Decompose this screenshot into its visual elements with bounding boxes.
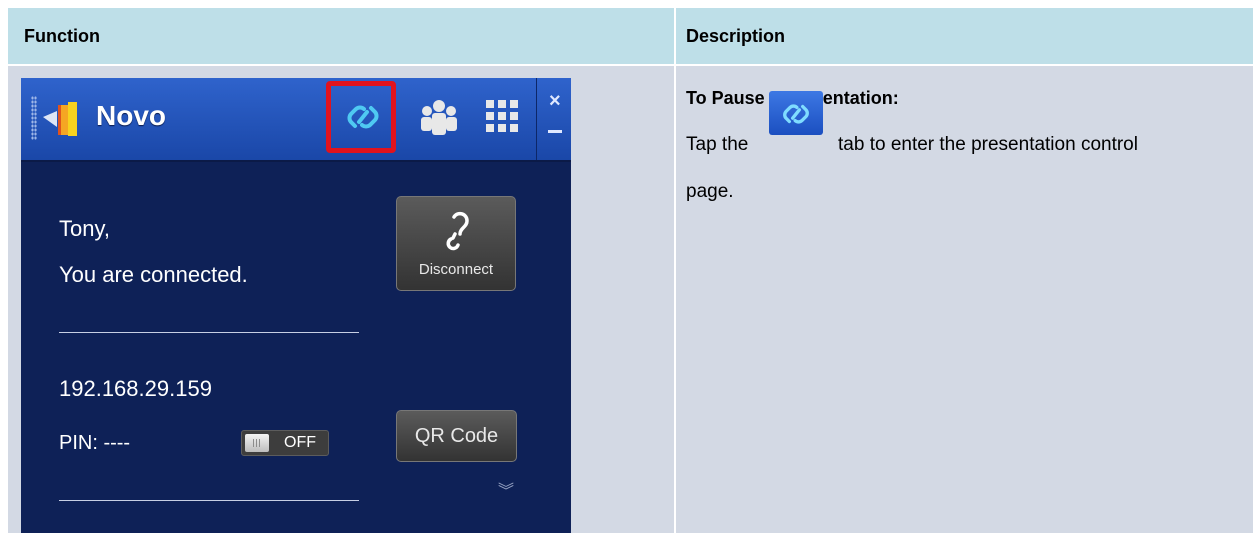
chevron-down-icon[interactable]: ︾ xyxy=(498,484,514,500)
table-row: Novo × Tony, You are connected. Disconne… xyxy=(8,66,1253,533)
drag-handle-icon[interactable] xyxy=(31,96,37,140)
table-header-row: Function Description xyxy=(8,8,1253,66)
toggle-knob xyxy=(245,434,269,452)
description-text-end: tab to enter the presentation control xyxy=(838,134,1138,155)
description-text-start: Tap the xyxy=(686,134,749,155)
novo-titlebar: Novo × xyxy=(21,78,571,162)
tab-presentation-control[interactable] xyxy=(326,81,396,153)
app-title: Novo xyxy=(96,100,166,131)
qr-code-button[interactable]: QR Code xyxy=(396,410,517,462)
novo-app-panel: Novo × Tony, You are connected. Disconne… xyxy=(21,78,571,533)
broken-link-icon xyxy=(446,211,469,251)
link-tab-icon xyxy=(769,91,823,135)
toggle-state: OFF xyxy=(284,434,316,451)
grid-icon[interactable] xyxy=(486,100,518,132)
minimize-icon[interactable] xyxy=(548,130,562,133)
people-icon[interactable] xyxy=(419,98,459,138)
link-icon xyxy=(783,104,809,124)
description-text-line2: page. xyxy=(686,181,734,202)
window-controls: × xyxy=(536,78,571,160)
function-description-table: Function Description Novo × Tony, You ar… xyxy=(8,8,1253,533)
disconnect-button[interactable]: Disconnect xyxy=(396,196,516,291)
close-icon[interactable]: × xyxy=(549,90,561,113)
divider xyxy=(59,500,359,501)
header-description: Description xyxy=(686,26,786,46)
pin-toggle[interactable]: OFF xyxy=(241,430,329,456)
greeting-text: Tony, xyxy=(59,216,110,241)
divider xyxy=(59,332,359,333)
pin-label: PIN: ---- xyxy=(59,432,131,454)
disconnect-label: Disconnect xyxy=(418,261,494,278)
novo-logo-icon xyxy=(43,102,77,136)
connection-status: You are connected. xyxy=(59,262,248,287)
link-icon xyxy=(347,105,379,129)
ip-address: 192.168.29.159 xyxy=(59,376,212,401)
header-function: Function xyxy=(24,26,100,46)
